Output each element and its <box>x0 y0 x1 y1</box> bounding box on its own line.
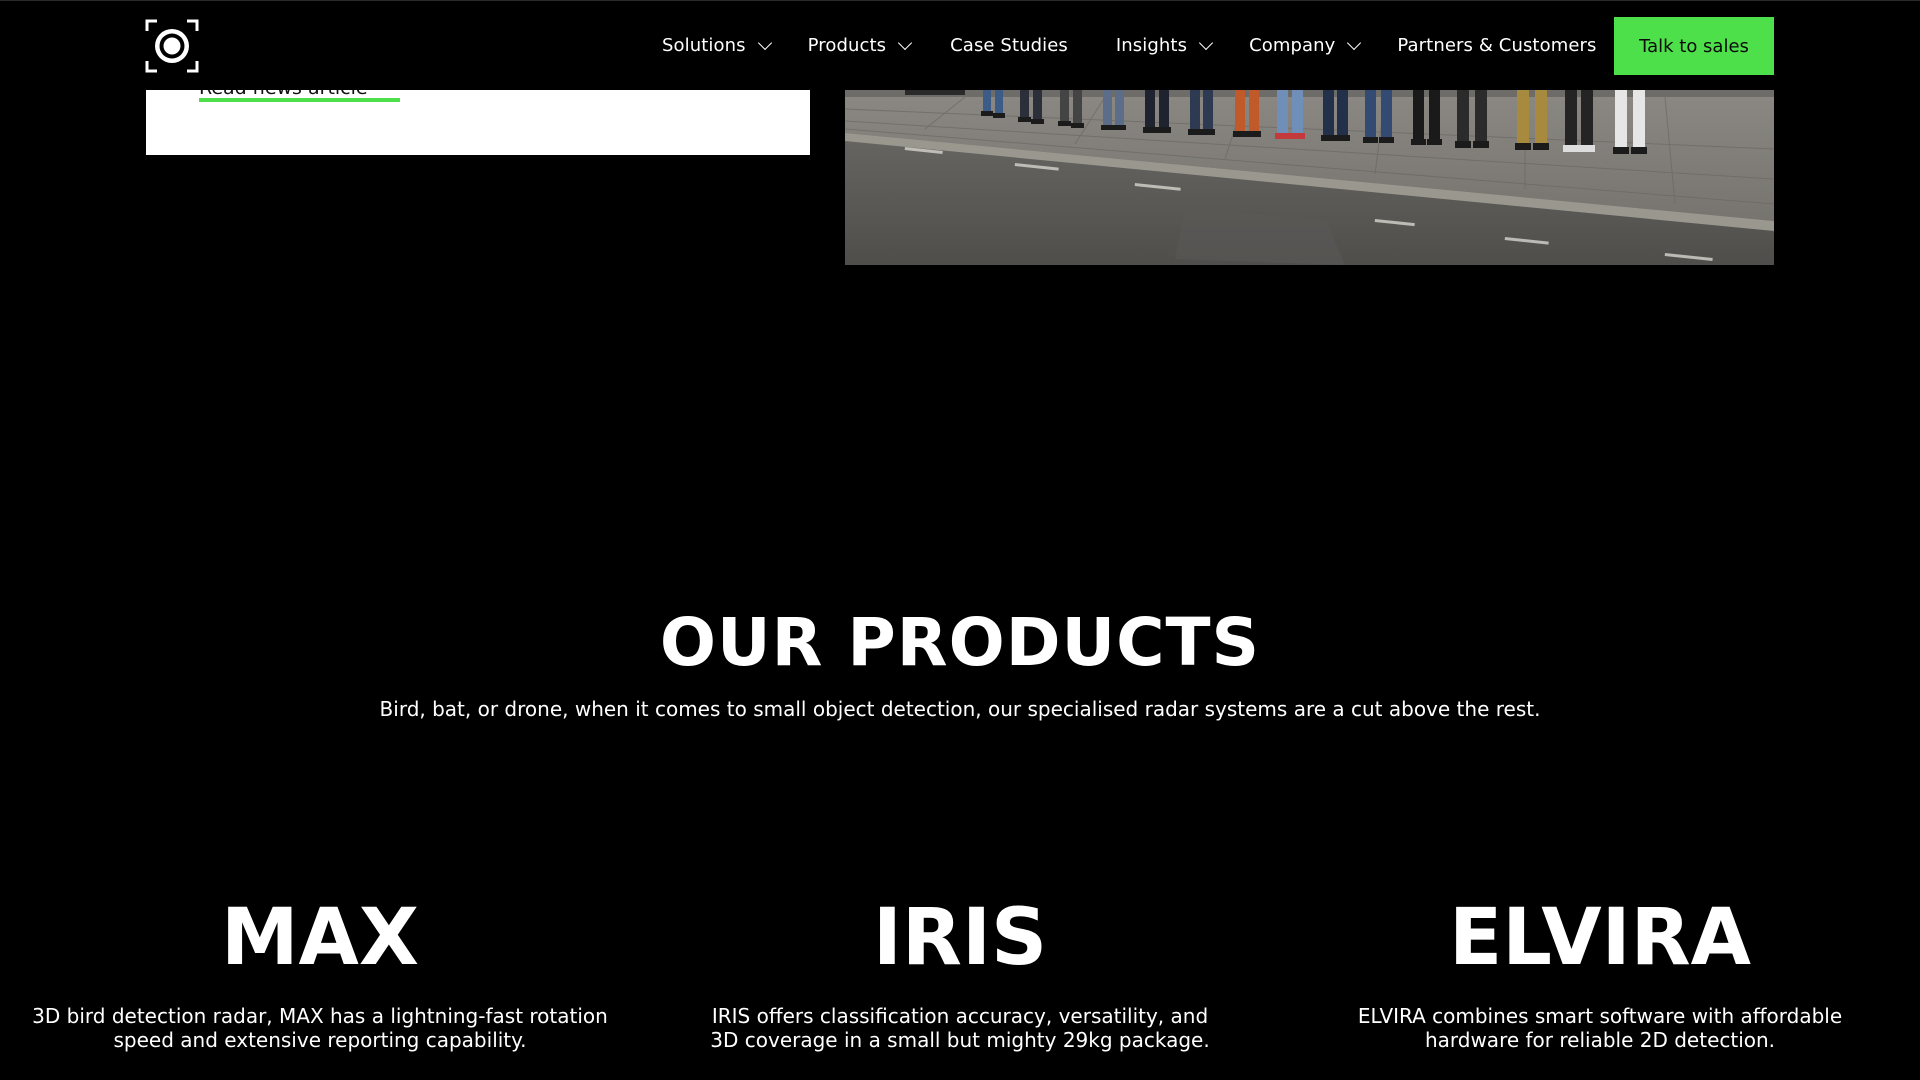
nav-item-insights[interactable]: Insights <box>1115 35 1214 56</box>
nav-item-label: Solutions <box>662 35 746 56</box>
logo-mark <box>145 19 199 73</box>
product-name: MAX <box>220 893 420 983</box>
link-underline <box>199 98 400 102</box>
nav-item-label: Case Studies <box>950 35 1068 56</box>
product-card-max[interactable]: MAX 3D bird detection radar, MAX has a l… <box>0 890 640 1052</box>
talk-to-sales-button[interactable]: Talk to sales <box>1614 17 1774 75</box>
nav-item-case-studies[interactable]: Case Studies <box>950 35 1068 56</box>
product-description: IRIS offers classification accuracy, ver… <box>710 1004 1210 1052</box>
nav-item-products[interactable]: Products <box>807 35 913 56</box>
page: Read news article <box>0 0 1920 1080</box>
main-nav: Solutions Products Case Studies Insights… <box>662 1 1597 90</box>
crowd-street-image <box>845 89 1774 265</box>
product-name: IRIS <box>872 893 1048 983</box>
nav-item-label: Company <box>1249 35 1336 56</box>
nav-item-label: Products <box>807 35 887 56</box>
product-card-elvira[interactable]: ELVIRA ELVIRA combines smart software wi… <box>1280 890 1920 1052</box>
nav-item-label: Insights <box>1115 35 1188 56</box>
chevron-down-icon <box>1347 35 1362 50</box>
product-card-iris[interactable]: IRIS IRIS offers classification accuracy… <box>640 890 1280 1052</box>
chevron-down-icon <box>898 35 913 50</box>
section-title: OUR PRODUCTS <box>659 604 1261 681</box>
chevron-down-icon <box>1198 35 1214 50</box>
news-card: Read news article <box>146 87 810 155</box>
chevron-down-icon <box>757 35 772 50</box>
logo-icon[interactable] <box>145 19 199 73</box>
product-description: ELVIRA combines smart software with affo… <box>1357 1004 1843 1052</box>
nav-item-solutions[interactable]: Solutions <box>662 35 772 56</box>
product-name: ELVIRA <box>1448 893 1752 983</box>
news-photo <box>845 89 1774 265</box>
site-header: Solutions Products Case Studies Insights… <box>0 0 1920 90</box>
nav-item-label: Partners & Customers <box>1397 35 1597 56</box>
section-subtitle: Bird, bat, or drone, when it comes to sm… <box>379 697 1541 721</box>
product-description: 3D bird detection radar, MAX has a light… <box>32 1004 608 1052</box>
nav-item-partners-customers[interactable]: Partners & Customers <box>1397 35 1596 56</box>
nav-item-company[interactable]: Company <box>1249 35 1362 56</box>
